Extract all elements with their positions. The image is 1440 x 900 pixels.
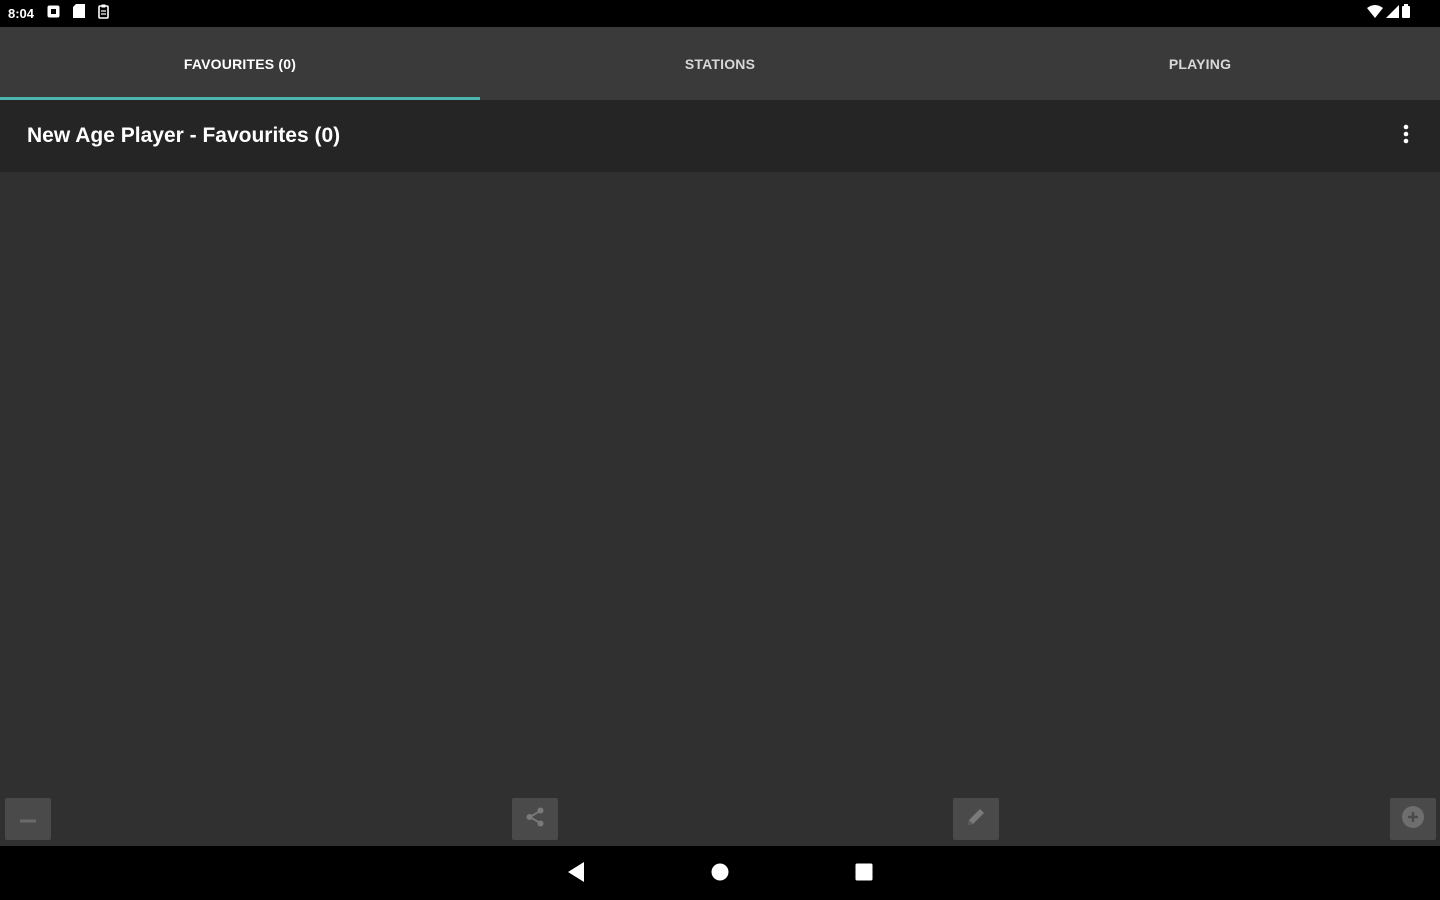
tab-stations[interactable]: STATIONS — [480, 27, 960, 100]
status-time: 8:04 — [8, 6, 35, 21]
page-title: New Age Player - Favourites (0) — [27, 124, 341, 147]
navigation-bar — [0, 846, 1440, 900]
edit-icon — [966, 807, 986, 832]
remove-icon — [20, 810, 36, 828]
recents-square-icon — [855, 863, 873, 886]
favourites-list — [0, 172, 1440, 792]
overflow-menu-button[interactable] — [1394, 116, 1418, 156]
tab-playing[interactable]: PLAYING — [960, 27, 1440, 100]
sd-card-icon — [73, 4, 86, 23]
status-left: 8:04 — [8, 4, 109, 24]
status-right — [1367, 4, 1410, 23]
add-circle-icon — [1401, 805, 1425, 834]
remove-button[interactable] — [5, 798, 51, 840]
tab-favourites[interactable]: FAVOURITES (0) — [0, 27, 480, 100]
add-button[interactable] — [1390, 798, 1436, 840]
tab-bar: FAVOURITES (0) STATIONS PLAYING — [0, 27, 1440, 100]
wifi-icon — [1367, 4, 1383, 23]
home-circle-icon — [711, 863, 729, 886]
edit-button[interactable] — [953, 798, 999, 840]
clipboard-icon — [98, 4, 109, 24]
toolbar: New Age Player - Favourites (0) — [0, 100, 1440, 172]
recents-button[interactable] — [850, 860, 878, 888]
status-bar: 8:04 — [0, 0, 1440, 27]
share-button[interactable] — [512, 798, 558, 840]
signal-icon — [1386, 4, 1399, 23]
battery-icon — [1402, 4, 1410, 23]
home-button[interactable] — [706, 860, 734, 888]
back-button[interactable] — [562, 860, 590, 888]
back-triangle-icon — [567, 861, 585, 887]
bottom-action-bar — [0, 792, 1440, 846]
notification-icon — [47, 5, 60, 23]
share-icon — [524, 806, 546, 833]
more-vertical-icon — [1403, 124, 1409, 149]
